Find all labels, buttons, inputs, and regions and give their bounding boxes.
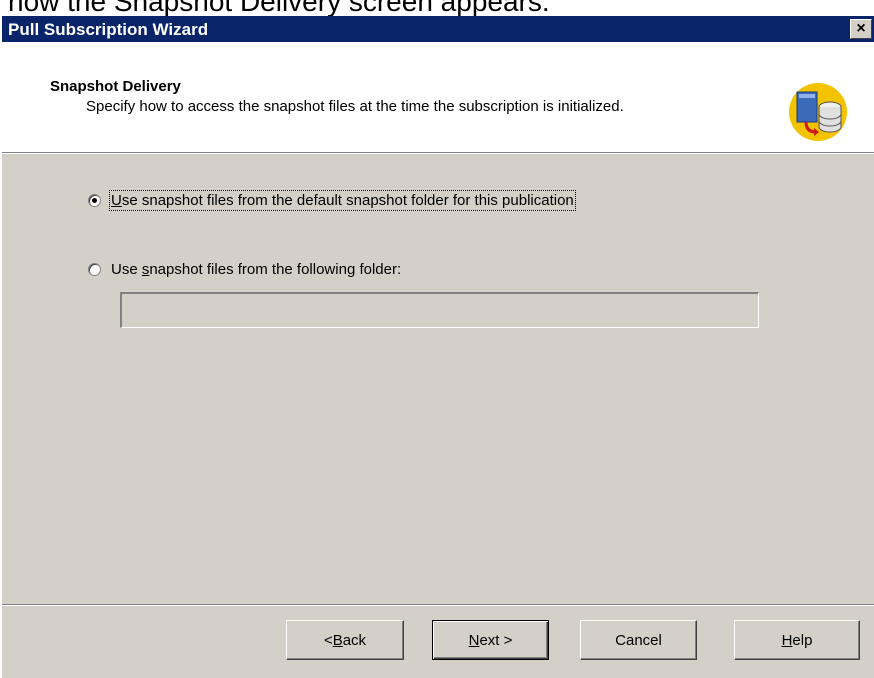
default-folder-option[interactable]: Use snapshot files from the default snap… xyxy=(88,190,576,211)
close-button[interactable]: × xyxy=(850,19,872,39)
page-title: Snapshot Delivery xyxy=(50,78,181,95)
page-subtitle: Specify how to access the snapshot files… xyxy=(86,98,624,115)
default-folder-label[interactable]: Use snapshot files from the default snap… xyxy=(109,190,576,211)
wizard-header: Snapshot Delivery Specify how to access … xyxy=(2,42,874,152)
cancel-button[interactable]: Cancel xyxy=(580,620,697,660)
title-bar[interactable]: Pull Subscription Wizard × xyxy=(2,16,874,42)
folder-path-input[interactable] xyxy=(120,292,759,328)
snapshot-database-icon xyxy=(789,83,847,141)
back-button[interactable]: < Back xyxy=(286,620,404,660)
following-folder-radio[interactable] xyxy=(88,263,101,276)
following-folder-option[interactable]: Use snapshot files from the following fo… xyxy=(88,261,401,278)
footer-divider xyxy=(2,604,874,606)
default-folder-radio[interactable] xyxy=(88,194,101,207)
next-button[interactable]: Next > xyxy=(432,620,549,660)
header-divider xyxy=(2,152,874,154)
help-button[interactable]: Help xyxy=(734,620,860,660)
following-folder-label[interactable]: Use snapshot files from the following fo… xyxy=(111,261,401,278)
window-title: Pull Subscription Wizard xyxy=(8,20,209,39)
wizard-window: Pull Subscription Wizard × Snapshot Deli… xyxy=(2,16,874,678)
close-icon: × xyxy=(856,20,866,37)
